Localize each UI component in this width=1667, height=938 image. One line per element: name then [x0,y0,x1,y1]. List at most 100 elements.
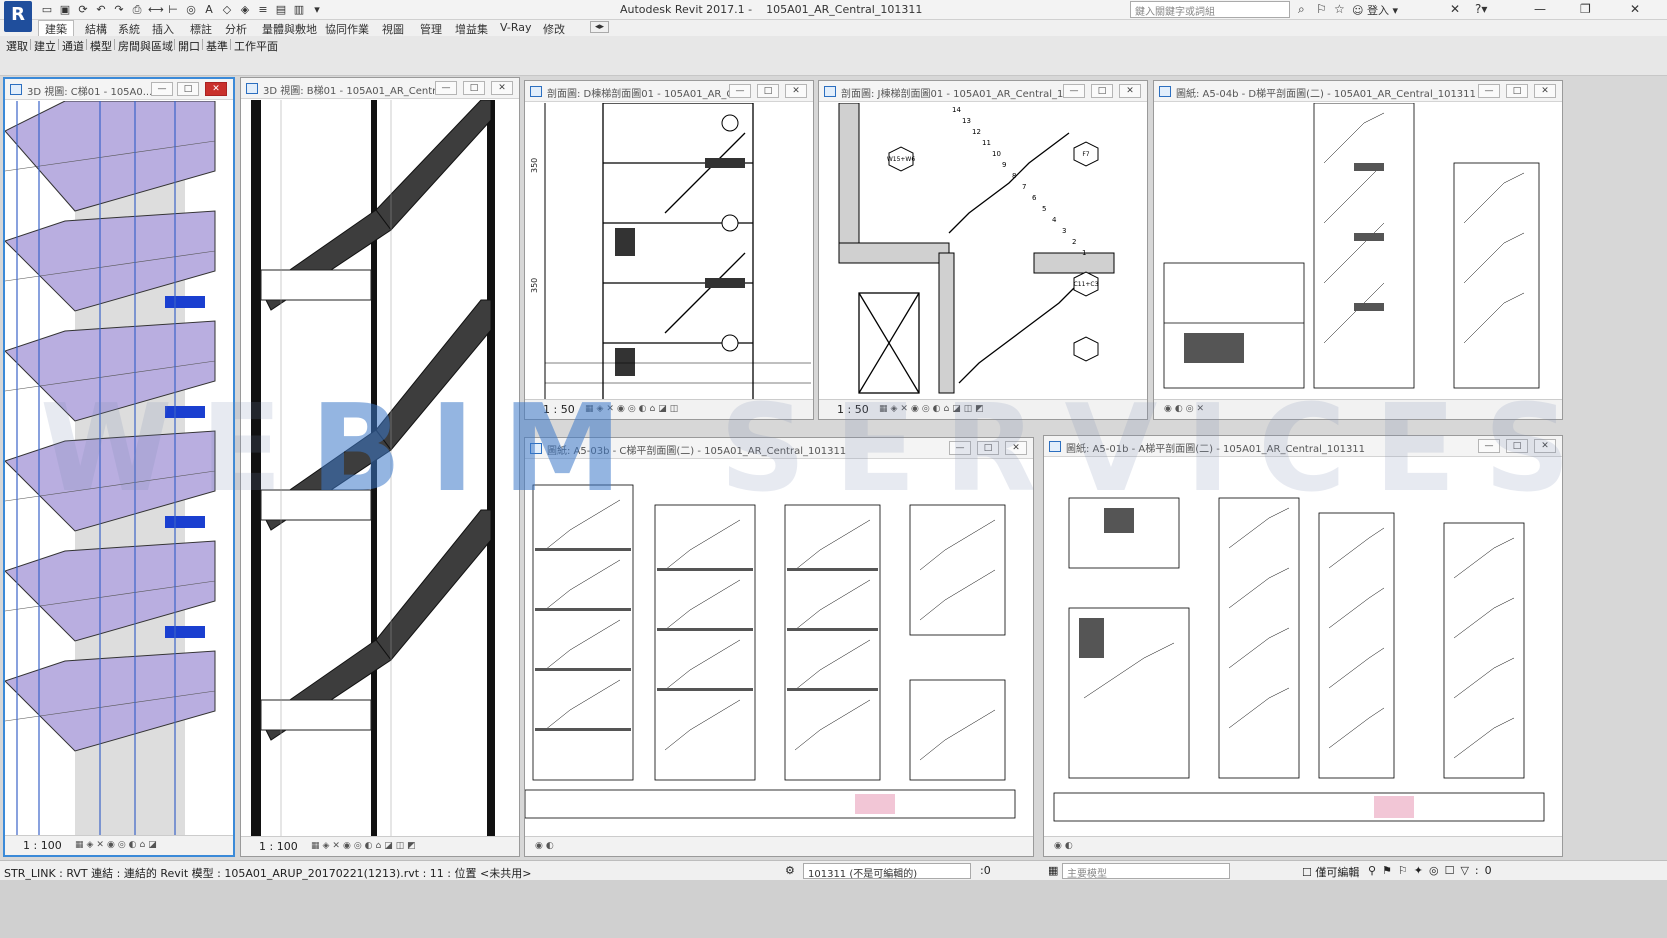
section-canvas[interactable]: 350 350 [525,103,813,399]
editable-only-checkbox[interactable]: ☐ 僅可編輯 [1302,864,1359,880]
active-workset-select[interactable]: 101311 (不是可編輯的) [803,863,971,880]
view-control-icons[interactable]: ▦◈✕◉◎◐⌂◪◫◩ [311,841,419,852]
tag-icon[interactable]: ◎ [184,3,198,17]
ribbon-build[interactable]: 建立 [34,38,56,54]
ribbon-opening[interactable]: 開口 [178,38,200,54]
minimize-view-button[interactable]: — [435,81,457,95]
dimension-icon[interactable]: ⊢ [166,3,180,17]
binoculars-icon[interactable]: ⌕ [1298,2,1305,17]
user-icon: ☺ [1352,4,1364,17]
close-view-button[interactable]: ✕ [1119,84,1141,98]
view-section-d[interactable]: 剖面圖: D棟梯剖面圖01 - 105A01_AR_C... — □ ✕ 350… [524,80,814,420]
divider [202,39,203,50]
redo-icon[interactable]: ↷ [112,3,126,17]
minimize-view-button[interactable]: — [729,84,751,98]
minimize-button[interactable]: — [1534,2,1546,16]
view-section-j[interactable]: 剖面圖: J棟梯剖面圖01 - 105A01_AR_Central_10... … [818,80,1148,420]
step-number: 10 [992,150,1001,158]
elevation-mark: 350 [530,158,539,173]
tab-collaborate[interactable]: 協同作業 [325,21,369,37]
door-tag: F7 [1082,151,1089,158]
wall-tag: W15+W6 [887,156,916,163]
section-view-icon [530,86,542,97]
restore-button[interactable]: ❐ [1580,2,1591,16]
tab-vray[interactable]: V-Ray [500,21,532,34]
title-bar: R ▭ ▣ ⟳ ↶ ↷ ⎙ ⟷ ⊢ ◎ A ◇ ◈ ≡ ▤ ▥ ▾ Autode… [0,0,1667,32]
tab-analyze[interactable]: 分析 [225,21,247,37]
ribbon-room-area[interactable]: 房間與區域 [118,38,173,54]
favorite-icon[interactable]: ☆ [1334,2,1345,16]
close-view-button[interactable]: ✕ [491,81,513,95]
step-number: 3 [1062,227,1066,235]
ribbon-toggle-button[interactable]: ◂▸ [590,21,610,33]
view-scale[interactable]: 1 : 100 [23,839,62,852]
watermark: WEBIM SERVICES [40,380,1598,519]
editable-only-label: 僅可編輯 [1315,866,1360,879]
signin-button[interactable]: ☺ 登入 ▾ [1352,2,1398,18]
selection-filter-icons[interactable]: ⚲⚑⚐✦◎☐▽:0 [1368,864,1498,877]
open-icon[interactable]: ▭ [40,3,54,17]
design-option-select[interactable]: 主要模型 [1062,863,1230,880]
tab-view[interactable]: 視圖 [382,21,404,37]
close-view-button[interactable]: ✕ [1534,84,1556,98]
switch-windows-icon[interactable]: ▥ [292,3,306,17]
step-number: 8 [1012,172,1016,180]
maximize-view-button[interactable]: □ [463,81,485,95]
tab-annotate[interactable]: 標註 [190,21,212,37]
sync-icon[interactable]: ⟳ [76,3,90,17]
divider [86,39,87,50]
ribbon-circulation[interactable]: 通道 [62,38,84,54]
subscription-icon[interactable]: ⚐ [1316,2,1327,16]
tab-manage[interactable]: 管理 [420,21,442,37]
sheet-canvas[interactable] [1154,103,1562,399]
section-canvas[interactable]: 14 13 12 11 10 9 8 7 6 5 4 3 2 1 W15+W6 … [819,103,1147,399]
maximize-view-button[interactable]: □ [757,84,779,98]
view-sheet-a5-04b[interactable]: 圖紙: A5-04b - D梯平剖面圖(二) - 105A01_AR_Centr… [1153,80,1563,420]
customize-icon[interactable]: ▾ [310,3,324,17]
undo-icon[interactable]: ↶ [94,3,108,17]
view-control-icons[interactable]: ◉◐ [535,841,557,852]
view-titlebar: 3D 視圖: B梯01 - 105A01_AR_Centr... — □ ✕ [241,78,519,99]
view-control-icons[interactable]: ◉◐ [1054,841,1076,852]
tab-architecture[interactable]: 建築 [38,20,74,36]
close-view-button[interactable]: ✕ [205,82,227,96]
tab-addins[interactable]: 增益集 [455,21,488,37]
revit-logo[interactable]: R [4,1,32,32]
ribbon-model[interactable]: 模型 [90,38,112,54]
close-button[interactable]: ✕ [1630,2,1640,16]
3d-view-icon[interactable]: ◇ [220,3,234,17]
measure-icon[interactable]: ⟷ [148,3,164,17]
save-icon[interactable]: ▣ [58,3,72,17]
print-icon[interactable]: ⎙ [130,3,144,17]
worksets-icon[interactable]: ⚙ [785,864,795,877]
exchange-icon[interactable]: ✕ [1450,2,1460,16]
status-bar: STR_LINK : RVT 連結 : 連結的 Revit 模型 : 105A0… [0,860,1667,880]
close-hidden-icon[interactable]: ▤ [274,3,288,17]
design-options-icon[interactable]: ▦ [1048,864,1058,877]
tab-structure[interactable]: 結構 [85,21,107,37]
thin-lines-icon[interactable]: ≡ [256,3,270,17]
ribbon-datum[interactable]: 基準 [206,38,228,54]
ribbon-select[interactable]: 選取 [6,38,28,54]
view-control-icons[interactable]: ▦◈✕◉◎◐⌂◪ [75,840,160,851]
minimize-view-button[interactable]: — [1063,84,1085,98]
tab-modify[interactable]: 修改 [543,21,565,37]
tab-systems[interactable]: 系統 [118,21,140,37]
ribbon-work-plane[interactable]: 工作平面 [234,38,278,54]
search-input[interactable]: 鍵入關鍵字或詞組 [1130,1,1290,18]
view-scale[interactable]: 1 : 100 [259,840,298,853]
view-control-bar: ◉◐ [525,836,1033,856]
minimize-view-button[interactable]: — [1478,84,1500,98]
minimize-view-button[interactable]: — [151,82,173,96]
maximize-view-button[interactable]: □ [1506,84,1528,98]
maximize-view-button[interactable]: □ [1091,84,1113,98]
view-title: 3D 視圖: B梯01 - 105A01_AR_Centr... [263,86,445,97]
section-icon[interactable]: ◈ [238,3,252,17]
help-icon[interactable]: ?▾ [1475,2,1487,16]
elevation-mark: 350 [530,278,539,293]
tab-massing-site[interactable]: 量體與敷地 [262,21,317,37]
maximize-view-button[interactable]: □ [177,82,199,96]
tab-insert[interactable]: 插入 [152,21,174,37]
close-view-button[interactable]: ✕ [785,84,807,98]
text-icon[interactable]: A [202,3,216,17]
